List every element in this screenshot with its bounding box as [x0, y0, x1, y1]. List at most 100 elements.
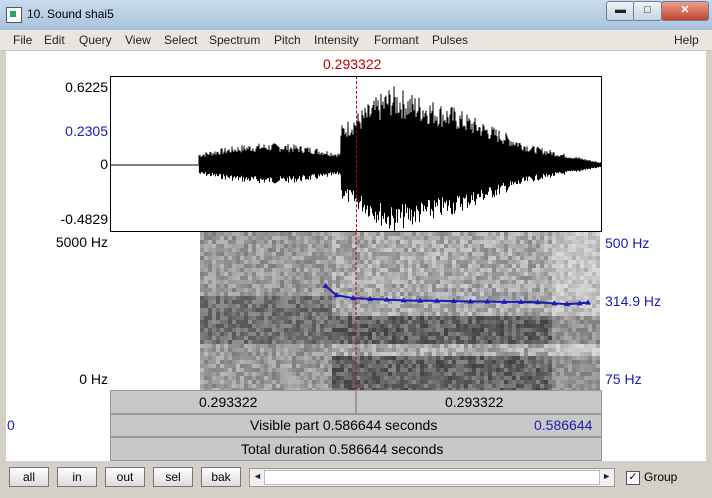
maximize-button[interactable]: □ [633, 1, 662, 21]
scroll-left-icon[interactable]: ◄ [253, 471, 262, 481]
spectrogram-cell [544, 260, 548, 264]
menu-file[interactable]: File [13, 33, 32, 47]
spectrogram-cell [552, 384, 556, 388]
scroll-right-icon[interactable]: ► [602, 471, 611, 481]
spectrogram-cell [356, 248, 360, 252]
zoom-in-button[interactable]: in [57, 467, 97, 487]
spectrogram-cell [588, 320, 592, 324]
total-duration-bar[interactable]: Total duration 0.586644 seconds [110, 437, 602, 461]
spectrogram-cell [400, 272, 404, 276]
spectrogram-cell [312, 260, 316, 264]
scroll-thumb[interactable] [264, 470, 600, 485]
spectrogram-cell [516, 260, 520, 264]
spectrogram-cell [500, 236, 504, 240]
spectrogram-cell [232, 332, 236, 336]
spectrogram-cell [280, 268, 284, 272]
close-button[interactable]: ✕ [661, 1, 709, 21]
spectrogram-cell [520, 320, 524, 324]
spectrogram-cell [324, 316, 328, 320]
spectrogram-cell [452, 312, 456, 316]
spectrogram-cell [380, 372, 384, 376]
spectrogram-cell [260, 316, 264, 320]
spectrogram-cell [564, 344, 568, 348]
spectrogram-cell [528, 280, 532, 284]
spectrogram-cell [556, 384, 560, 388]
spectrogram-cell [340, 340, 344, 344]
spectrogram-cell [424, 360, 428, 364]
spectrogram-cell [404, 272, 408, 276]
zoom-out-button[interactable]: out [105, 467, 145, 487]
spectrogram-cell [500, 332, 504, 336]
spectrogram-cell [448, 268, 452, 272]
spectrogram-cell [360, 244, 364, 248]
menu-query[interactable]: Query [79, 33, 112, 47]
spectrogram-cell [224, 264, 228, 268]
spectrogram-cell [412, 276, 416, 280]
spectrogram-cell [556, 352, 560, 356]
spectrogram-cell [284, 252, 288, 256]
zoom-back-button[interactable]: bak [201, 467, 241, 487]
visible-part-bar[interactable]: 0 Visible part 0.586644 seconds 0.586644 [7, 414, 602, 437]
spectrogram-cell [212, 300, 216, 304]
spectrogram-view[interactable] [110, 232, 602, 390]
spectrogram-cell [316, 296, 320, 300]
spectrogram-cell [220, 376, 224, 380]
spectrogram-cell [240, 268, 244, 272]
spectrogram-cell [592, 364, 596, 368]
spectrogram-cell [216, 380, 220, 384]
spectrogram-cell [456, 344, 460, 348]
spectrogram-cell [292, 280, 296, 284]
spectrogram-cell [260, 300, 264, 304]
menu-intensity[interactable]: Intensity [314, 33, 359, 47]
spectrogram-cell [552, 244, 556, 248]
group-checkbox[interactable]: ✓ [626, 471, 640, 485]
menu-help[interactable]: Help [674, 33, 699, 47]
left-interval-bar[interactable]: 0.293322 [110, 390, 356, 414]
menu-select[interactable]: Select [164, 33, 197, 47]
spectrogram-cell [536, 376, 540, 380]
spectrogram-cell [332, 344, 336, 348]
spectrogram-cell [200, 380, 204, 384]
spectrogram-cell [348, 240, 352, 244]
spectrogram-cell [344, 284, 348, 288]
spectrogram-cell [228, 232, 232, 236]
spectrogram-cell [292, 260, 296, 264]
spectrogram-cell [428, 372, 432, 376]
spectrogram-cell [476, 320, 480, 324]
spectrogram-cell [252, 324, 256, 328]
menu-spectrum[interactable]: Spectrum [209, 33, 260, 47]
spectrogram-cell [292, 328, 296, 332]
zoom-sel-button[interactable]: sel [153, 467, 193, 487]
spectrogram-cell [224, 296, 228, 300]
spectrogram-cell [572, 368, 576, 372]
spectrogram-cell [592, 352, 596, 356]
spectrogram-cell [248, 284, 252, 288]
spectrogram-cell [336, 384, 340, 388]
spectrogram-cell [308, 272, 312, 276]
spectrogram-cell [408, 316, 412, 320]
spectrogram-cell [232, 312, 236, 316]
right-interval-bar[interactable]: 0.293322 [356, 390, 602, 414]
spectrogram-cell [488, 308, 492, 312]
spectrogram-cell [400, 244, 404, 248]
zoom-all-button[interactable]: all [9, 467, 49, 487]
time-scrollbar[interactable]: ◄ ► [249, 468, 615, 487]
spectrogram-cell [576, 280, 580, 284]
menu-pitch[interactable]: Pitch [274, 33, 301, 47]
spectrogram-cell [304, 272, 308, 276]
menu-formant[interactable]: Formant [374, 33, 419, 47]
menu-edit[interactable]: Edit [44, 33, 65, 47]
spectrogram-cell [212, 380, 216, 384]
spectrogram-cell [416, 340, 420, 344]
minimize-button[interactable]: ▬ [606, 1, 635, 21]
spectrogram-cell [412, 380, 416, 384]
spectrogram-cell [340, 320, 344, 324]
spectrogram-cell [324, 232, 328, 236]
spectrogram-cell [348, 276, 352, 280]
spectrogram-cell [200, 376, 204, 380]
spectrogram-cell [500, 248, 504, 252]
spectrogram-cell [304, 256, 308, 260]
menu-view[interactable]: View [125, 33, 151, 47]
spectrogram-cell [228, 256, 232, 260]
menu-pulses[interactable]: Pulses [432, 33, 468, 47]
